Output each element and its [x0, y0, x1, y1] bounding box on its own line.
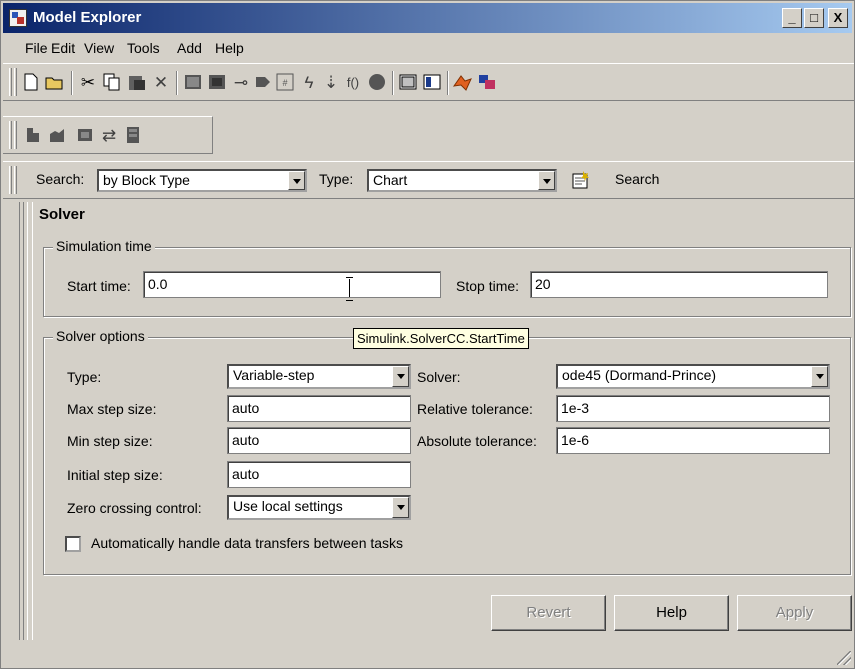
zero-crossing-label: Zero crossing control:: [67, 500, 202, 516]
relative-tolerance-value: 1e-3: [561, 400, 590, 416]
tooltip: Simulink.SolverCC.StartTime: [353, 328, 529, 349]
signal-icon[interactable]: ⊸: [231, 72, 251, 92]
type-label: Type:: [319, 171, 354, 187]
text-cursor-icon: [345, 277, 355, 301]
block-icon[interactable]: [253, 72, 273, 92]
solver-type-value: Variable-step: [233, 367, 315, 383]
matrix-icon[interactable]: #: [275, 72, 295, 92]
menu-file[interactable]: File: [25, 40, 48, 56]
title-bar[interactable]: Model Explorer _ □ X: [3, 3, 852, 33]
target-icon[interactable]: ⇣: [321, 72, 341, 92]
matlab-icon[interactable]: [453, 72, 473, 92]
solver-type-select[interactable]: Variable-step: [227, 364, 411, 389]
model-explorer-icon: [9, 9, 27, 27]
absolute-tolerance-value: 1e-6: [561, 432, 590, 448]
simulation-time-title: Simulation time: [53, 238, 155, 254]
auto-handle-label: Automatically handle data transfers betw…: [91, 535, 404, 551]
min-step-value: auto: [232, 432, 260, 448]
max-step-label: Max step size:: [67, 401, 157, 417]
minimize-button[interactable]: _: [782, 8, 802, 28]
hierarchy-icon[interactable]: [183, 72, 203, 92]
close-button[interactable]: X: [828, 8, 848, 28]
resize-grip-icon[interactable]: [837, 651, 851, 665]
window-title: Model Explorer: [33, 9, 142, 26]
simulink-icon[interactable]: [477, 72, 497, 92]
function-icon[interactable]: f(): [343, 72, 363, 92]
search-by-value: by Block Type: [103, 172, 190, 188]
search-type-value: Chart: [373, 172, 408, 188]
solver-options-title: Solver options: [53, 328, 148, 344]
chevron-down-icon[interactable]: [288, 171, 305, 190]
menu-view[interactable]: View: [84, 40, 114, 56]
add-signal-icon[interactable]: [47, 125, 67, 145]
max-step-value: auto: [232, 400, 260, 416]
chevron-down-icon[interactable]: [392, 497, 409, 518]
solver-select[interactable]: ode45 (Dormand-Prince): [556, 364, 830, 389]
secondary-toolbar: ⇄: [3, 116, 213, 154]
chevron-down-icon[interactable]: [811, 366, 828, 387]
start-time-label: Start time:: [67, 278, 131, 294]
revert-button[interactable]: Revert: [491, 595, 606, 631]
stop-icon[interactable]: [367, 72, 387, 92]
chevron-down-icon[interactable]: [392, 366, 409, 387]
search-button[interactable]: Search: [615, 171, 659, 187]
chevron-down-icon[interactable]: [538, 171, 555, 190]
start-time-input[interactable]: 0.0: [143, 271, 441, 298]
solver-label: Solver:: [417, 369, 461, 385]
delete-icon[interactable]: ✕: [151, 72, 171, 92]
panel-heading: Solver: [39, 206, 85, 223]
menu-help[interactable]: Help: [215, 40, 244, 56]
min-step-label: Min step size:: [67, 433, 153, 449]
initial-step-input[interactable]: auto: [227, 461, 411, 488]
menu-add[interactable]: Add: [177, 40, 202, 56]
menu-tools[interactable]: Tools: [127, 40, 160, 56]
search-type-select[interactable]: Chart: [367, 169, 557, 192]
copy-icon[interactable]: [102, 72, 122, 92]
open-icon[interactable]: [45, 72, 65, 92]
relative-tolerance-input[interactable]: 1e-3: [556, 395, 830, 422]
relative-tolerance-label: Relative tolerance:: [417, 401, 533, 417]
min-step-input[interactable]: auto: [227, 427, 411, 454]
main-toolbar: ✂ ✕ ⊸ # ϟ ⇣ f(): [3, 63, 854, 101]
max-step-input[interactable]: auto: [227, 395, 411, 422]
search-icon[interactable]: [571, 170, 591, 190]
solver-type-label: Type:: [67, 369, 102, 385]
zero-crossing-select[interactable]: Use local settings: [227, 495, 411, 520]
model-icon[interactable]: [207, 72, 227, 92]
cut-icon[interactable]: ✂: [78, 72, 98, 92]
pane-splitter[interactable]: [19, 202, 33, 640]
zero-crossing-value: Use local settings: [233, 498, 343, 514]
add-bus-icon[interactable]: [123, 125, 143, 145]
start-time-value: 0.0: [148, 276, 168, 292]
absolute-tolerance-label: Absolute tolerance:: [417, 433, 537, 449]
svg-text:#: #: [282, 78, 287, 88]
menu-edit[interactable]: Edit: [51, 40, 75, 56]
maximize-button[interactable]: □: [804, 8, 824, 28]
search-by-select[interactable]: by Block Type: [97, 169, 307, 192]
event-icon[interactable]: ϟ: [299, 72, 319, 92]
add-data-icon[interactable]: [23, 125, 43, 145]
paste-icon[interactable]: [127, 72, 147, 92]
dialog-view-icon[interactable]: [422, 72, 442, 92]
swap-icon[interactable]: ⇄: [99, 125, 119, 145]
auto-handle-checkbox[interactable]: [65, 536, 81, 552]
model-explorer-window: Model Explorer _ □ X File Edit View Tool…: [0, 0, 855, 669]
stop-time-value: 20: [535, 276, 551, 292]
stop-time-input[interactable]: 20: [530, 271, 828, 298]
apply-button[interactable]: Apply: [737, 595, 852, 631]
absolute-tolerance-input[interactable]: 1e-6: [556, 427, 830, 454]
new-icon[interactable]: [21, 72, 41, 92]
initial-step-value: auto: [232, 466, 260, 482]
initial-step-label: Initial step size:: [67, 467, 163, 483]
add-parameter-icon[interactable]: [75, 125, 95, 145]
search-bar: Search: by Block Type Type: Chart Search: [3, 161, 854, 199]
solver-value: ode45 (Dormand-Prince): [562, 367, 717, 383]
stop-time-label: Stop time:: [456, 278, 520, 294]
search-label: Search:: [36, 171, 85, 187]
list-view-icon[interactable]: [398, 72, 418, 92]
help-button[interactable]: Help: [614, 595, 729, 631]
